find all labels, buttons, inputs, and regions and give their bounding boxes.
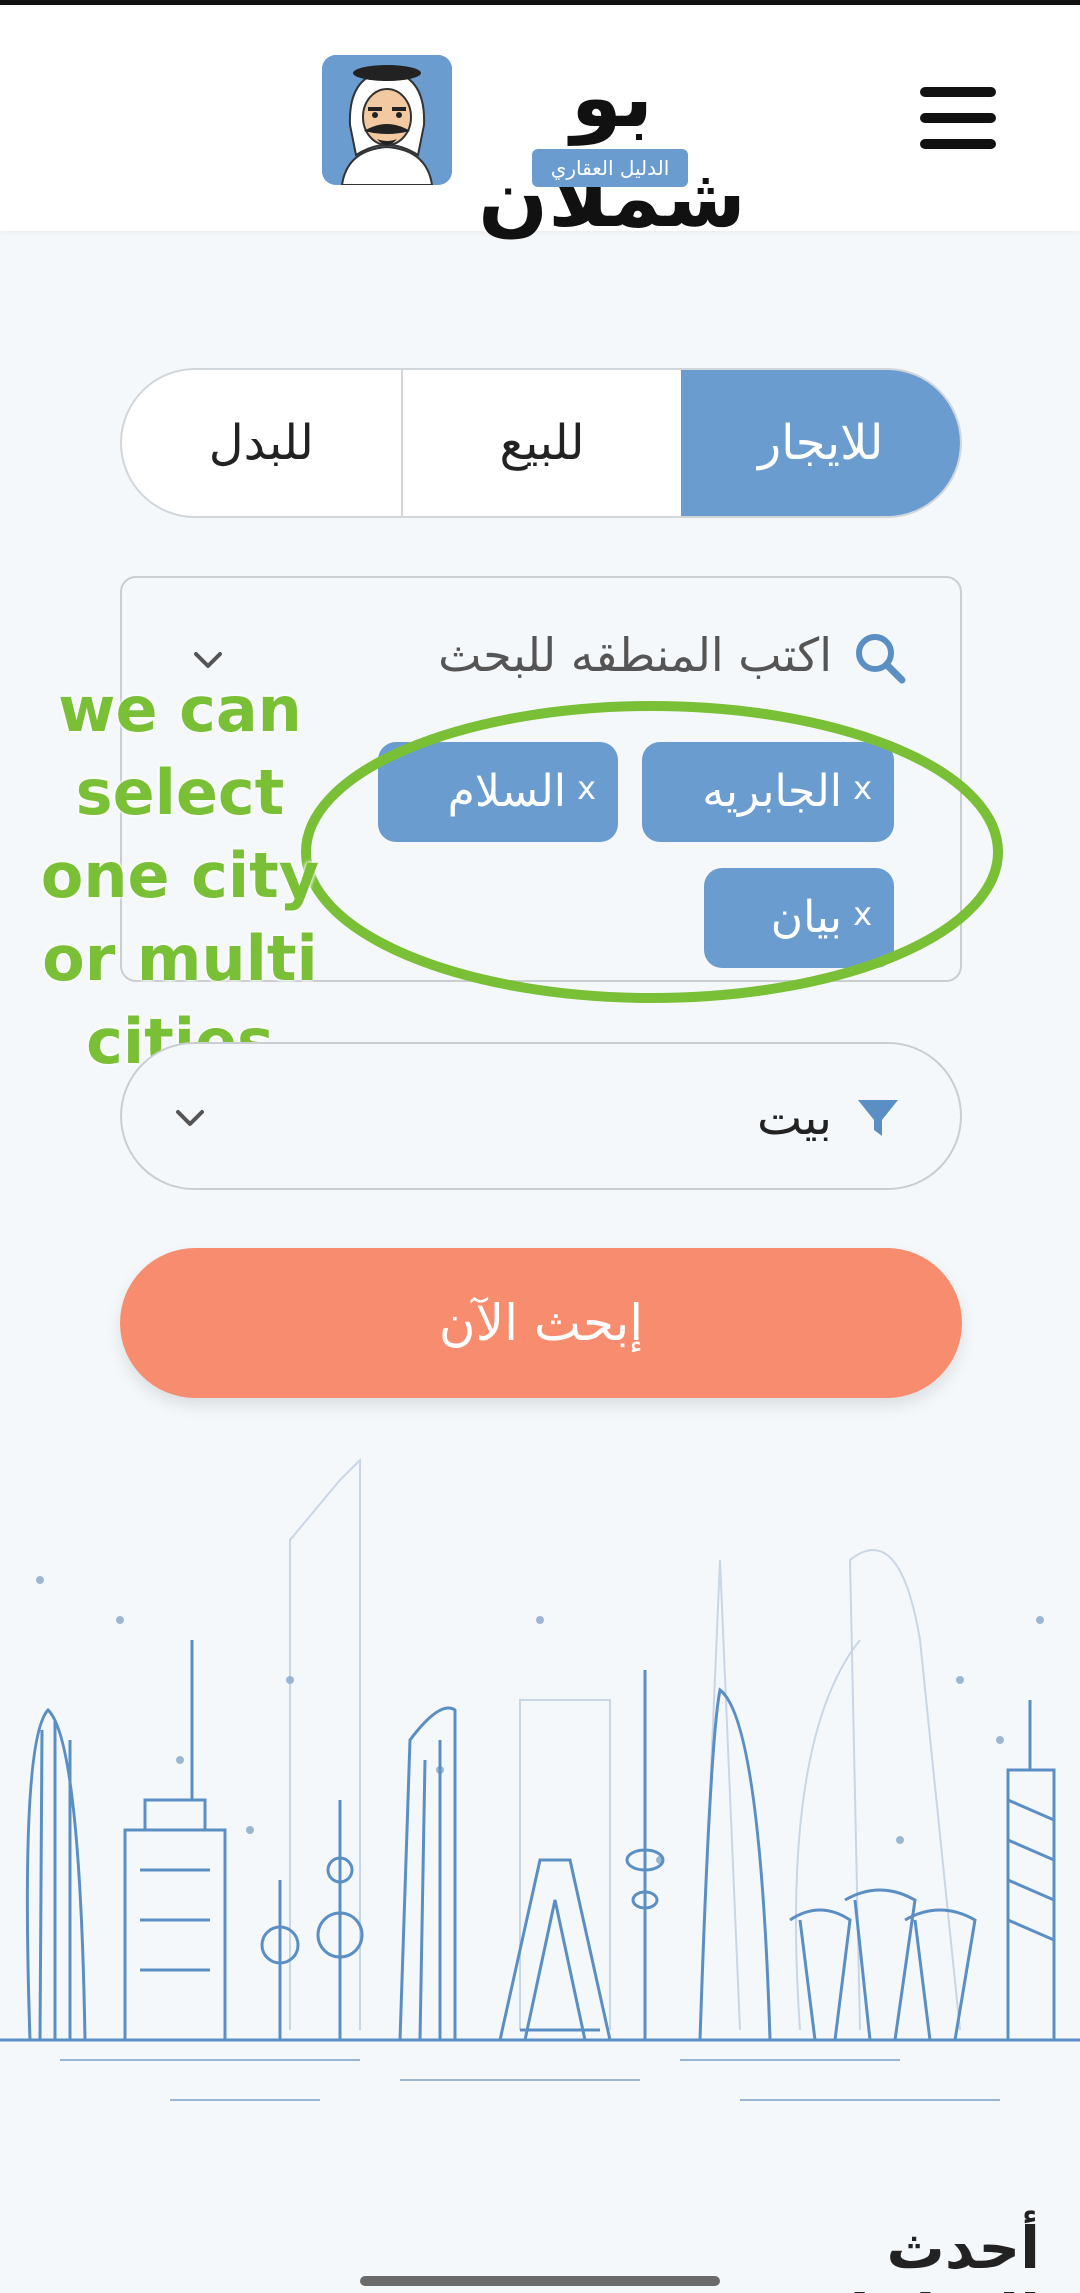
chevron-down-icon[interactable]	[170, 1098, 210, 1138]
region-chip-jabriya[interactable]: الجابريه x	[642, 742, 894, 842]
home-indicator[interactable]	[360, 2276, 720, 2286]
chip-label: بيان	[770, 892, 842, 943]
listing-type-tabs: للبدل للبيع للايجار	[120, 368, 962, 518]
annotation-note: we can select one city or multi cities	[40, 673, 320, 1078]
search-icon	[856, 634, 906, 684]
app-logo-title: بو شملان	[478, 51, 746, 246]
chip-remove-icon[interactable]: x	[577, 742, 596, 834]
city-skyline-illustration	[0, 1457, 1080, 2101]
property-type-select[interactable]: بيت	[120, 1042, 962, 1190]
region-search-input[interactable]: اكتب المنطقه للبحث	[362, 620, 832, 690]
tab-exchange[interactable]: للبدل	[122, 370, 401, 516]
region-chip-bayan[interactable]: بيان x	[704, 868, 894, 968]
hamburger-menu-icon[interactable]	[920, 87, 1000, 149]
logo-mascot-icon[interactable]	[322, 55, 452, 185]
region-chip-salam[interactable]: السلام x	[378, 742, 618, 842]
filter-icon	[858, 1100, 898, 1136]
app-header: بو شملان الدليل العقاري	[0, 5, 1080, 246]
app-logo-tagline: الدليل العقاري	[532, 149, 688, 187]
search-now-button[interactable]: إبحث الآن	[120, 1248, 962, 1398]
property-type-value: بيت	[757, 1090, 832, 1146]
chip-remove-icon[interactable]: x	[853, 742, 872, 834]
chip-label: الجابريه	[702, 766, 842, 817]
tab-rent[interactable]: للايجار	[681, 370, 960, 516]
chip-remove-icon[interactable]: x	[853, 868, 872, 960]
tab-sale[interactable]: للبيع	[400, 370, 682, 516]
chip-label: السلام	[447, 766, 566, 817]
